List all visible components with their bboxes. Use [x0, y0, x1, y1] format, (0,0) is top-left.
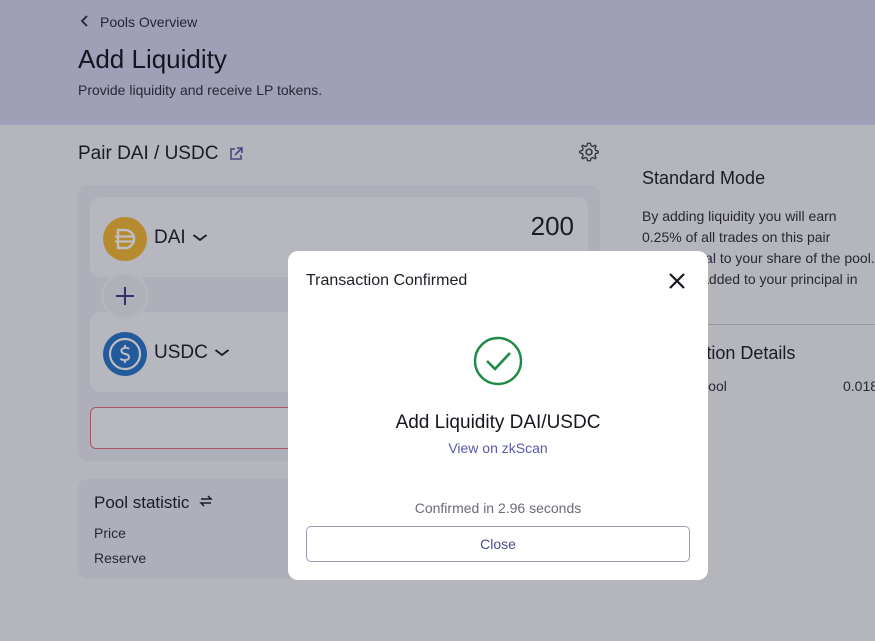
- modal-title: Transaction Confirmed: [306, 272, 468, 289]
- success-check-icon: [473, 336, 523, 386]
- modal-heading: Add Liquidity DAI/USDC: [395, 412, 601, 433]
- close-icon[interactable]: [668, 272, 686, 290]
- close-button[interactable]: Close: [306, 526, 690, 562]
- view-on-zkscan-link[interactable]: View on zkScan: [288, 440, 708, 456]
- confirmation-time-text: Confirmed in 2.96 seconds: [414, 500, 582, 516]
- transaction-confirmed-modal: Transaction Confirmed Add Liquidity DAI/…: [288, 251, 708, 580]
